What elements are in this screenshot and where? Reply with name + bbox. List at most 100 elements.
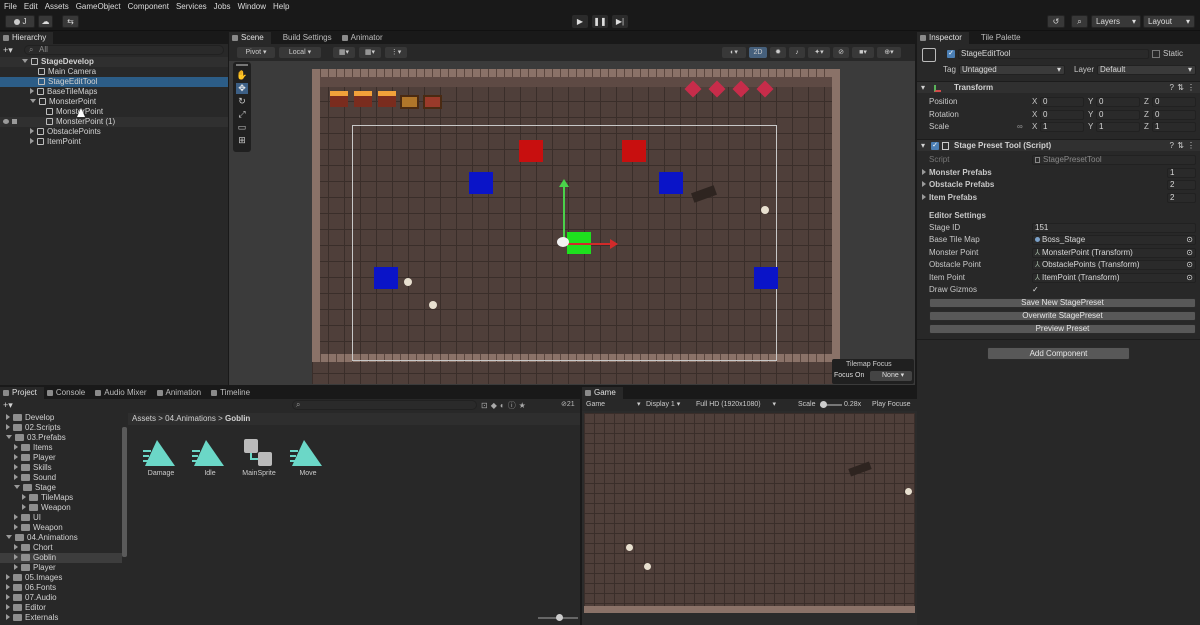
x-axis-arrow[interactable] xyxy=(610,239,618,249)
obstacle-point-field[interactable]: ⅄ ObstaclePoints (Transform) ⊙ xyxy=(1032,260,1196,270)
folder-item[interactable]: Sound xyxy=(0,473,122,483)
chevron-right-icon[interactable] xyxy=(14,564,18,570)
folder-item[interactable]: Editor xyxy=(0,603,122,613)
hidden-count-badge[interactable]: ⊘21 xyxy=(561,400,575,408)
icon-size-slider[interactable] xyxy=(538,614,578,621)
grid-snap-icon[interactable]: ▦▾ xyxy=(333,47,355,58)
obstacle-point-gizmo[interactable] xyxy=(622,140,646,162)
item-prefabs-label[interactable]: Item Prefabs xyxy=(922,193,977,203)
rotate-tool-icon[interactable]: ↻ xyxy=(236,96,248,107)
object-name-field[interactable]: StageEditTool xyxy=(958,49,1149,59)
add-icon[interactable]: +▾ xyxy=(3,45,19,55)
position-y-field[interactable]: 0 xyxy=(1096,97,1140,107)
history-icon[interactable]: ↺ xyxy=(1047,15,1065,28)
folder-item[interactable]: 05.Images xyxy=(0,573,122,583)
scale-y-field[interactable]: 1 xyxy=(1096,122,1140,132)
focus-on-dropdown[interactable]: None ▾ xyxy=(870,371,912,381)
add-component-button[interactable]: Add Component xyxy=(987,347,1130,360)
save-new-stagepreset-button[interactable]: Save New StagePreset xyxy=(929,298,1196,308)
collab-icon[interactable]: ⇆ xyxy=(62,15,79,28)
tab-console[interactable]: Console xyxy=(44,387,92,399)
folder-item[interactable]: Chort xyxy=(0,543,122,553)
more-icon[interactable]: ⋮ xyxy=(1187,140,1195,152)
menu-gameobject[interactable]: GameObject xyxy=(76,2,121,11)
chevron-right-icon[interactable] xyxy=(14,454,18,460)
more-icon[interactable]: ⋮ xyxy=(1187,82,1195,94)
asset-idle[interactable]: Idle xyxy=(192,438,228,482)
folder-item[interactable]: 07.Audio xyxy=(0,593,122,603)
x-axis-handle[interactable] xyxy=(564,243,614,245)
expand-icon[interactable] xyxy=(30,88,34,94)
tab-scene[interactable]: Scene xyxy=(229,32,271,44)
layer-dropdown[interactable]: Default ▾ xyxy=(1097,65,1196,75)
tab-animator[interactable]: Animator xyxy=(339,32,390,44)
folder-item[interactable]: Weapon xyxy=(0,503,122,513)
layout-dropdown[interactable]: Layout ▾ xyxy=(1143,15,1195,28)
stage-id-field[interactable]: 151 xyxy=(1032,223,1196,233)
hierarchy-item[interactable]: Main Camera xyxy=(0,67,228,77)
tab-game[interactable]: Game xyxy=(582,387,623,399)
chevron-right-icon[interactable] xyxy=(6,594,10,600)
menu-assets[interactable]: Assets xyxy=(45,2,69,11)
monster-point-gizmo[interactable] xyxy=(469,172,493,194)
increment-snap-icon[interactable]: ⋮▾ xyxy=(385,47,407,58)
asset-move[interactable]: Move xyxy=(290,438,326,482)
account-button[interactable]: J xyxy=(5,15,35,28)
pivot-dropdown[interactable]: Pivot ▾ xyxy=(237,47,275,58)
hierarchy-item[interactable]: BaseTileMaps xyxy=(0,87,228,97)
move-tool-icon[interactable]: ✥ xyxy=(236,83,248,94)
folder-item[interactable]: Goblin xyxy=(0,553,122,563)
tab-animation[interactable]: Animation xyxy=(154,387,209,399)
folder-item[interactable]: Items xyxy=(0,443,122,453)
hierarchy-item[interactable]: MonsterPoint xyxy=(0,97,228,107)
chevron-right-icon[interactable] xyxy=(6,604,10,610)
help-icon[interactable]: ? xyxy=(1170,82,1174,94)
rotation-x-field[interactable]: 0 xyxy=(1040,110,1084,120)
folder-item[interactable]: 06.Fonts xyxy=(0,583,122,593)
link-icon[interactable]: ∞ xyxy=(1017,122,1023,132)
effects-icon[interactable]: ✦▾ xyxy=(808,47,830,58)
asset-mainsprite[interactable]: MainSprite xyxy=(238,438,280,482)
chevron-right-icon[interactable] xyxy=(6,614,10,620)
hierarchy-item[interactable]: MonsterPoint (1) xyxy=(0,117,228,127)
chevron-right-icon[interactable] xyxy=(14,474,18,480)
chevron-right-icon[interactable] xyxy=(14,444,18,450)
hierarchy-item[interactable]: ObstaclePoints xyxy=(0,127,228,137)
scale-tool-icon[interactable]: ⤢ xyxy=(236,109,248,120)
folder-item[interactable]: UI xyxy=(0,513,122,523)
rotation-z-field[interactable]: 0 xyxy=(1152,110,1196,120)
step-button[interactable]: ▶| xyxy=(612,15,628,28)
preview-preset-button[interactable]: Preview Preset xyxy=(929,324,1196,334)
monster-point-gizmo[interactable] xyxy=(754,267,778,289)
overwrite-stagepreset-button[interactable]: Overwrite StagePreset xyxy=(929,311,1196,321)
expand-icon[interactable] xyxy=(30,138,34,144)
tab-project[interactable]: Project xyxy=(0,387,44,399)
scale-z-field[interactable]: 1 xyxy=(1152,122,1196,132)
rotation-y-field[interactable]: 0 xyxy=(1096,110,1140,120)
monster-prefabs-size[interactable]: 1 xyxy=(1167,168,1196,178)
folder-item[interactable]: Player xyxy=(0,563,122,573)
folder-item[interactable]: 04.Animations xyxy=(0,533,122,543)
y-axis-handle[interactable] xyxy=(563,186,565,244)
hierarchy-item[interactable]: MonsterPoint xyxy=(0,107,228,117)
folder-item[interactable]: Develop xyxy=(0,413,122,423)
hierarchy-search-input[interactable]: ⌕ All xyxy=(24,45,224,55)
help-icon[interactable]: ? xyxy=(1170,140,1174,152)
chevron-right-icon[interactable] xyxy=(6,424,10,430)
static-checkbox[interactable] xyxy=(1152,50,1160,58)
tab-hierarchy[interactable]: Hierarchy xyxy=(0,32,54,44)
preset-icon[interactable]: ⇅ xyxy=(1177,140,1184,152)
local-dropdown[interactable]: Local ▾ xyxy=(279,47,321,58)
slider-thumb[interactable] xyxy=(556,614,563,621)
base-tile-map-field[interactable]: Boss_Stage ⊙ xyxy=(1032,235,1196,245)
draw-mode-icon[interactable]: ◐▾ xyxy=(722,47,746,58)
menu-services[interactable]: Services xyxy=(176,2,207,11)
active-checkbox[interactable]: ✓ xyxy=(947,50,955,58)
asset-damage[interactable]: Damage xyxy=(143,438,179,482)
scale-slider[interactable] xyxy=(820,401,842,408)
chevron-right-icon[interactable] xyxy=(6,414,10,420)
rect-tool-icon[interactable]: ▭ xyxy=(236,122,248,133)
dungeon-tilemap[interactable] xyxy=(312,69,840,384)
menu-component[interactable]: Component xyxy=(128,2,169,11)
folder-item[interactable]: Player xyxy=(0,453,122,463)
